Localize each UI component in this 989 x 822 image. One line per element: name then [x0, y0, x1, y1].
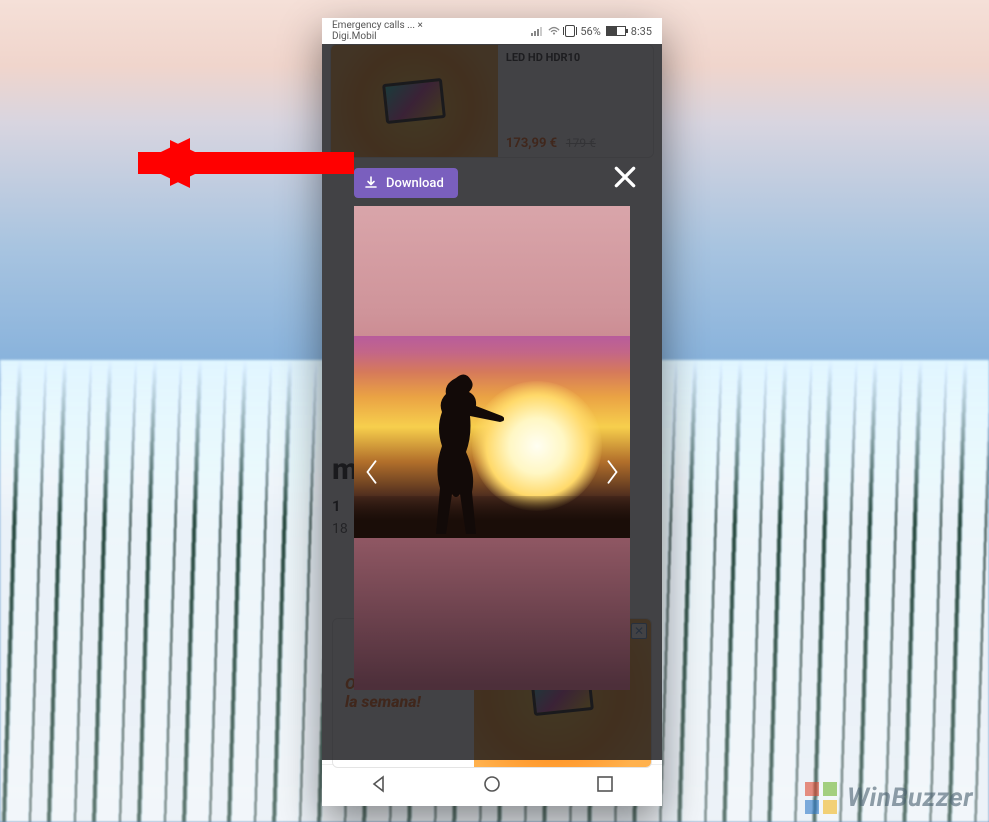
vibrate-icon: [565, 25, 575, 37]
next-image-button[interactable]: [598, 452, 626, 492]
status-bar: Emergency calls ... × Digi.Mobil 56% 8:3…: [322, 18, 662, 44]
android-nav-bar: [322, 764, 662, 806]
circle-home-icon: [481, 773, 503, 795]
nav-home-button[interactable]: [481, 773, 503, 799]
annotation-arrow: [136, 128, 356, 198]
chevron-left-icon: [363, 457, 381, 487]
triangle-back-icon: [368, 773, 390, 795]
nav-recents-button[interactable]: [594, 773, 616, 799]
status-time: 8:35: [631, 25, 652, 38]
status-carrier: Emergency calls ... × Digi.Mobil: [332, 21, 423, 42]
lightbox-image[interactable]: [354, 206, 630, 690]
watermark: WinBuzzer: [803, 780, 973, 816]
square-recents-icon: [594, 773, 616, 795]
nav-back-button[interactable]: [368, 773, 390, 799]
status-carrier-line1: Emergency calls ... ×: [332, 21, 423, 31]
prev-image-button[interactable]: [358, 452, 386, 492]
signal-icon: [531, 26, 543, 36]
chevron-right-icon: [603, 457, 621, 487]
close-button[interactable]: [610, 162, 640, 192]
wifi-icon: [548, 26, 560, 36]
phone-body: LED HD HDR10 173,99 € 179 € m 1 18 Ofert…: [322, 44, 662, 764]
watermark-logo-icon: [803, 780, 839, 816]
phone-frame: Emergency calls ... × Digi.Mobil 56% 8:3…: [322, 18, 662, 806]
download-button[interactable]: Download: [354, 168, 458, 198]
battery-icon: [606, 26, 626, 36]
download-icon: [364, 176, 378, 190]
battery-percent: 56%: [580, 25, 600, 38]
status-right: 56% 8:35: [531, 25, 652, 38]
close-icon: [612, 164, 638, 190]
watermark-text: WinBuzzer: [847, 783, 973, 813]
status-carrier-line2: Digi.Mobil: [332, 32, 423, 42]
download-label: Download: [386, 176, 444, 191]
image-silhouette-figure: [414, 370, 504, 538]
